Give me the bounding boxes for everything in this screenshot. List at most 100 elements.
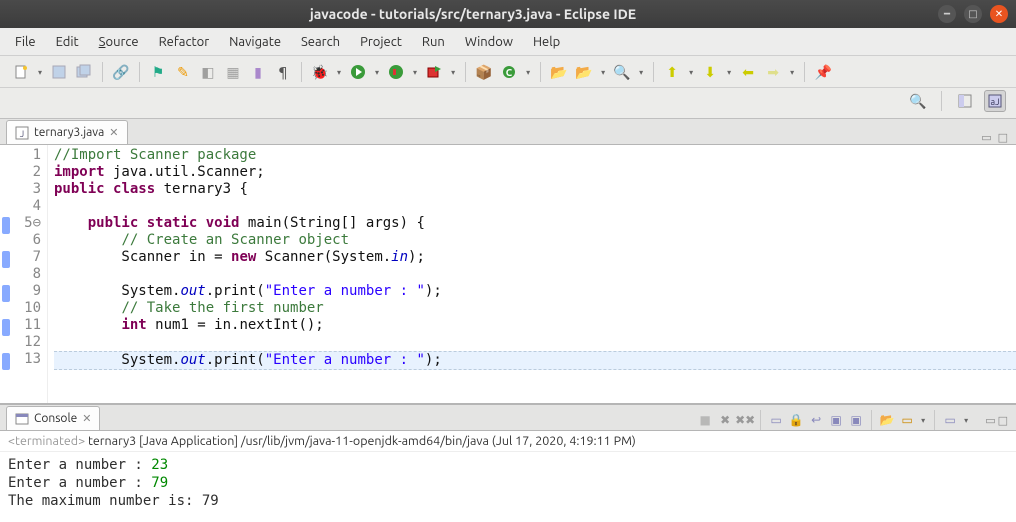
dropdown-icon[interactable]: ▾ bbox=[372, 68, 382, 77]
menu-refactor[interactable]: Refactor bbox=[150, 32, 219, 52]
toolbar-row2: 🔍 aJ bbox=[0, 88, 1016, 119]
debug-last-icon[interactable]: ⚑ bbox=[147, 61, 169, 83]
java-perspective-icon[interactable]: aJ bbox=[984, 90, 1006, 112]
svg-text:C: C bbox=[506, 67, 513, 78]
open-console-icon[interactable]: ▭ bbox=[898, 411, 916, 429]
mark-icon[interactable]: ▮ bbox=[247, 61, 269, 83]
new-class-icon[interactable]: C bbox=[498, 61, 520, 83]
scroll-lock-icon[interactable]: 🔒 bbox=[787, 411, 805, 429]
dropdown-icon[interactable]: ▾ bbox=[523, 68, 533, 77]
new-package-icon[interactable]: 📦 bbox=[473, 61, 495, 83]
remove-all-icon[interactable]: ✖✖ bbox=[736, 411, 754, 429]
dropdown-icon[interactable]: ▾ bbox=[410, 68, 420, 77]
dropdown-icon[interactable]: ▾ bbox=[918, 416, 928, 425]
separator bbox=[871, 410, 872, 430]
marker-column bbox=[0, 145, 14, 403]
display-console-icon[interactable]: 📂 bbox=[878, 411, 896, 429]
search-icon[interactable]: 🔍 bbox=[611, 61, 633, 83]
window-title: javacode - tutorials/src/ternary3.java -… bbox=[8, 6, 938, 22]
open-perspective-icon[interactable] bbox=[954, 90, 976, 112]
pin-icon[interactable]: 📌 bbox=[812, 61, 834, 83]
svg-text:J: J bbox=[20, 129, 24, 139]
maximize-button[interactable]: □ bbox=[964, 5, 982, 23]
maximize-view-icon[interactable]: □ bbox=[998, 414, 1008, 427]
code-body[interactable]: //Import Scanner packageimport java.util… bbox=[48, 145, 1016, 403]
console-output[interactable]: Enter a number : 23 Enter a number : 79 … bbox=[0, 452, 1016, 522]
coverage-icon[interactable] bbox=[385, 61, 407, 83]
separator bbox=[941, 91, 942, 111]
console-area: Console ✕ ■ ✖ ✖✖ ▭ 🔒 ↩ ▣ ▣ 📂 ▭▾ ▭▾ ▭ □ <… bbox=[0, 403, 1016, 522]
dropdown-icon[interactable]: ▾ bbox=[961, 416, 971, 425]
dropdown-icon[interactable]: ▾ bbox=[787, 68, 797, 77]
close-tab-icon[interactable]: ✕ bbox=[82, 412, 91, 425]
close-tab-icon[interactable]: ✕ bbox=[109, 126, 118, 139]
save-all-icon[interactable] bbox=[73, 61, 95, 83]
menu-navigate[interactable]: Navigate bbox=[220, 32, 290, 52]
main-toolbar: ▾ 🔗 ⚑ ✎ ◧ ▦ ▮ ¶ 🐞▾ ▾ ▾ ▾ 📦 C▾ 📂 📂▾ 🔍▾ ⬆▾… bbox=[0, 56, 1016, 88]
java-file-icon: J bbox=[15, 126, 29, 140]
menu-help[interactable]: Help bbox=[524, 32, 569, 52]
save-icon[interactable] bbox=[48, 61, 70, 83]
separator bbox=[102, 62, 103, 82]
clear-console-icon[interactable]: ▭ bbox=[767, 411, 785, 429]
minimize-view-icon[interactable]: ▭ bbox=[985, 414, 995, 427]
dropdown-icon[interactable]: ▾ bbox=[448, 68, 458, 77]
remove-launch-icon[interactable]: ✖ bbox=[716, 411, 734, 429]
forward-icon[interactable]: ➡ bbox=[762, 61, 784, 83]
block-icon[interactable]: ▦ bbox=[222, 61, 244, 83]
editor-tab-ternary3[interactable]: J ternary3.java ✕ bbox=[6, 120, 128, 144]
link-icon[interactable]: 🔗 bbox=[110, 61, 132, 83]
minimize-button[interactable]: ━ bbox=[938, 5, 956, 23]
quick-search-icon[interactable]: 🔍 bbox=[907, 90, 929, 112]
run-icon[interactable] bbox=[347, 61, 369, 83]
menu-project[interactable]: Project bbox=[351, 32, 411, 52]
separator bbox=[540, 62, 541, 82]
whitespace-icon[interactable]: ¶ bbox=[272, 61, 294, 83]
dropdown-icon[interactable]: ▾ bbox=[334, 68, 344, 77]
word-wrap-icon[interactable]: ↩ bbox=[807, 411, 825, 429]
console-toolbar: ■ ✖ ✖✖ ▭ 🔒 ↩ ▣ ▣ 📂 ▭▾ ▭▾ ▭ □ bbox=[696, 410, 1016, 430]
separator bbox=[760, 410, 761, 430]
separator bbox=[301, 62, 302, 82]
back-icon[interactable]: ⬅ bbox=[737, 61, 759, 83]
menu-source[interactable]: Source bbox=[90, 32, 148, 52]
window-titlebar: javacode - tutorials/src/ternary3.java -… bbox=[0, 0, 1016, 28]
dropdown-icon[interactable]: ▾ bbox=[35, 68, 45, 77]
dropdown-icon[interactable]: ▾ bbox=[724, 68, 734, 77]
dropdown-icon[interactable]: ▾ bbox=[636, 68, 646, 77]
terminate-icon[interactable]: ■ bbox=[696, 411, 714, 429]
dropdown-icon[interactable]: ▾ bbox=[598, 68, 608, 77]
new-icon[interactable] bbox=[10, 61, 32, 83]
console-tabstrip: Console ✕ ■ ✖ ✖✖ ▭ 🔒 ↩ ▣ ▣ 📂 ▭▾ ▭▾ ▭ □ bbox=[0, 405, 1016, 431]
separator bbox=[934, 410, 935, 430]
show-console-icon[interactable]: ▣ bbox=[827, 411, 845, 429]
menu-run[interactable]: Run bbox=[413, 32, 454, 52]
console-line: Enter a number : 79 bbox=[8, 474, 1008, 492]
editor-tabstrip: J ternary3.java ✕ ▭ □ bbox=[0, 119, 1016, 145]
breadcrumb-icon[interactable]: ◧ bbox=[197, 61, 219, 83]
external-run-icon[interactable] bbox=[423, 61, 445, 83]
debug-icon[interactable]: 🐞 bbox=[309, 61, 331, 83]
minimize-view-icon[interactable]: ▭ bbox=[981, 131, 991, 144]
editor-tab-tools: ▭ □ bbox=[981, 131, 1016, 144]
highlight-icon[interactable]: ✎ bbox=[172, 61, 194, 83]
next-annotation-icon[interactable]: ⬇ bbox=[699, 61, 721, 83]
dropdown-icon[interactable]: ▾ bbox=[686, 68, 696, 77]
console-icon bbox=[15, 412, 29, 426]
menu-edit[interactable]: Edit bbox=[47, 32, 88, 52]
maximize-view-icon[interactable]: □ bbox=[998, 131, 1008, 144]
open-task-icon[interactable]: 📂 bbox=[573, 61, 595, 83]
console-status: <terminated> ternary3 [Java Application]… bbox=[0, 431, 1016, 452]
editor-tab-label: ternary3.java bbox=[34, 126, 104, 139]
pin-console-icon[interactable]: ▣ bbox=[847, 411, 865, 429]
menu-file[interactable]: File bbox=[6, 32, 45, 52]
new-console-icon[interactable]: ▭ bbox=[941, 411, 959, 429]
code-editor[interactable]: 12345⊖678910111213 //Import Scanner pack… bbox=[0, 145, 1016, 403]
menu-search[interactable]: Search bbox=[292, 32, 349, 52]
open-type-icon[interactable]: 📂 bbox=[548, 61, 570, 83]
menu-bar: File Edit Source Refactor Navigate Searc… bbox=[0, 28, 1016, 56]
console-tab[interactable]: Console ✕ bbox=[6, 406, 100, 430]
close-button[interactable]: ✕ bbox=[990, 5, 1008, 23]
menu-window[interactable]: Window bbox=[456, 32, 522, 52]
prev-annotation-icon[interactable]: ⬆ bbox=[661, 61, 683, 83]
